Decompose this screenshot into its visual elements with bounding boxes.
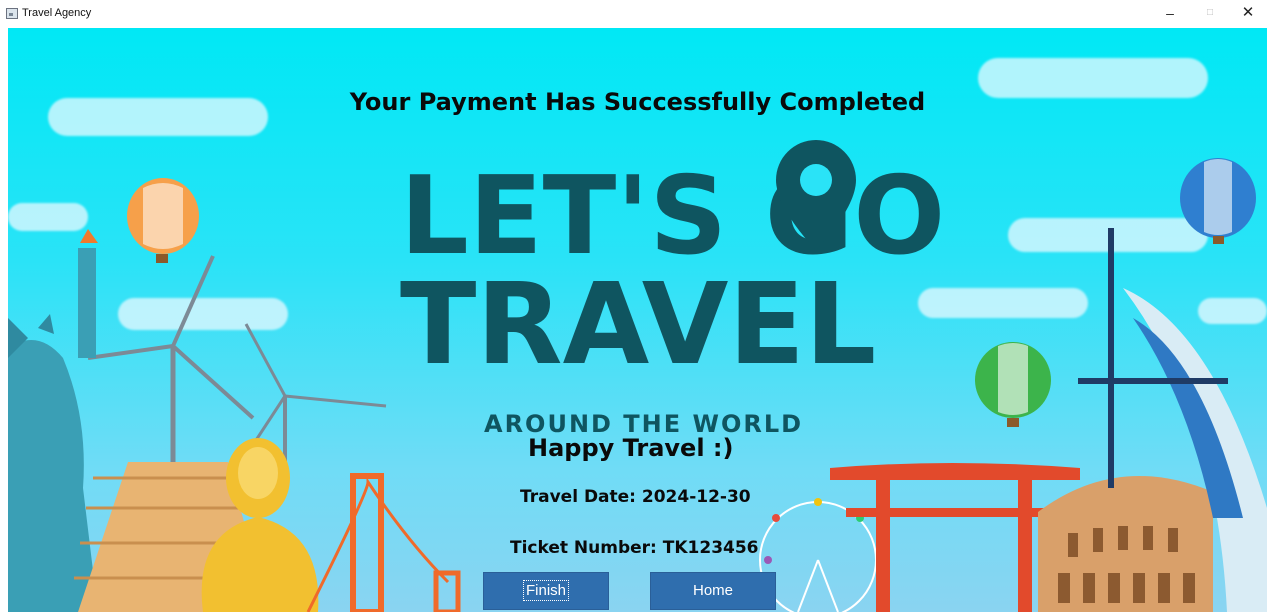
happy-travel-text: Happy Travel :) [528,434,734,462]
maximize-icon[interactable]: □ [1196,3,1224,23]
logo-line2: TRAVEL [400,260,876,390]
finish-button-label: Finish [522,580,569,601]
balloon-orange-icon [127,178,199,263]
colosseum-icon [1038,476,1213,612]
lets-go-travel-logo: LET'S GO TRAVEL AROUND THE WORLD [400,140,945,438]
statue-of-liberty-icon [8,229,98,612]
window-title: Travel Agency [22,7,92,19]
balloon-green-icon [975,342,1051,427]
payment-success-heading: Your Payment Has Successfully Completed [349,88,926,116]
travel-date-label: Travel Date: 2024-12-30 [520,487,751,507]
window-titlebar: Travel Agency – □ ✕ [0,0,1269,27]
finish-button[interactable]: Finish [483,572,609,610]
app-icon [6,8,18,19]
close-icon[interactable]: ✕ [1234,3,1262,23]
payment-success-panel: LET'S GO TRAVEL AROUND THE WORLD Your Pa… [8,28,1267,612]
minimize-icon[interactable]: – [1156,3,1184,23]
balloon-blue-icon [1180,158,1256,244]
ticket-number-label: Ticket Number: TK123456 [510,538,759,558]
home-button[interactable]: Home [650,572,776,610]
golden-gate-bridge-icon [306,473,461,612]
